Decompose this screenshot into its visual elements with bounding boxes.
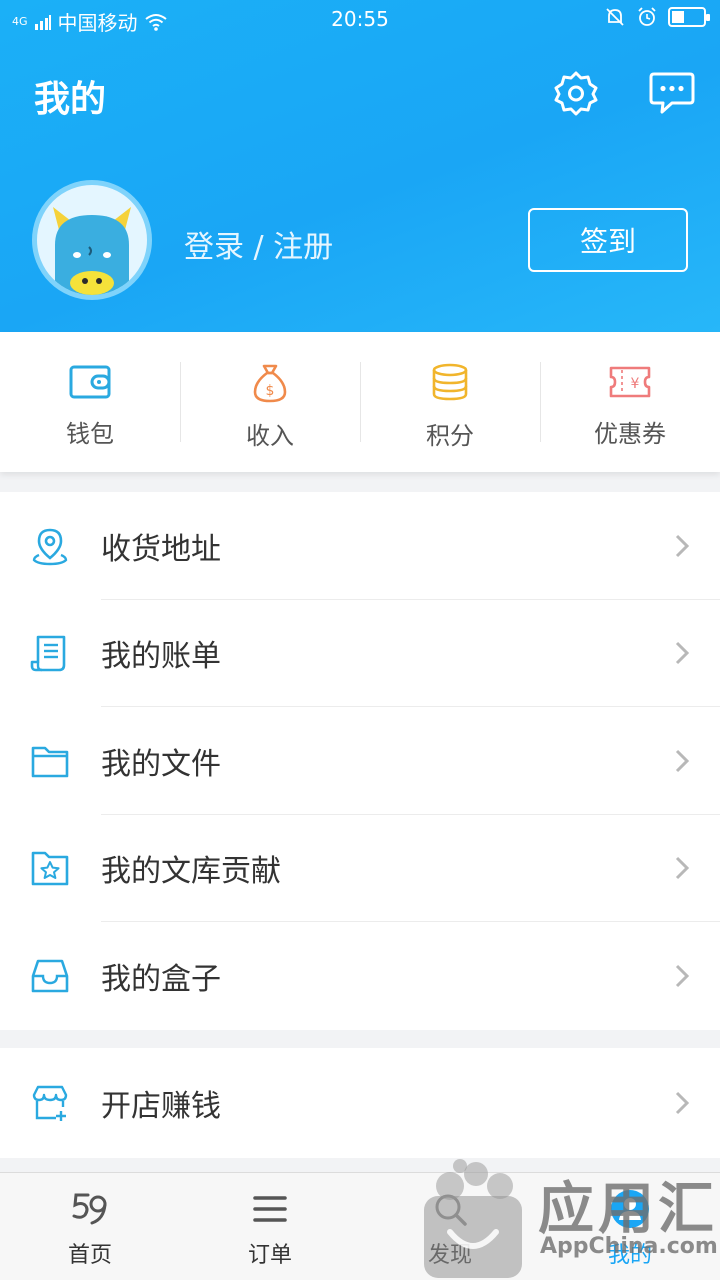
star-folder-icon	[31, 851, 69, 886]
coupon-icon: ¥	[609, 366, 651, 398]
menu-item-files[interactable]: 我的文件	[0, 707, 720, 815]
menu-list: 收货地址 我的账单 我的文件 我的文库贡献 我的盒子	[0, 492, 720, 1030]
location-pin-icon	[32, 528, 68, 565]
quick-actions: 钱包 $ 收入 积分 ¥ 优惠券	[0, 332, 720, 472]
quick-item-coupon[interactable]: ¥ 优惠券	[540, 332, 720, 472]
menu-item-box[interactable]: 我的盒子	[0, 922, 720, 1030]
menu-item-bills[interactable]: 我的账单	[0, 600, 720, 708]
menu-item-open-store[interactable]: 开店赚钱	[0, 1048, 720, 1158]
tab-label-orders: 订单	[247, 1243, 292, 1268]
bill-icon	[30, 635, 66, 672]
inbox-icon	[31, 959, 69, 993]
quick-item-points[interactable]: 积分	[360, 332, 540, 472]
svg-text:¥: ¥	[631, 376, 640, 392]
svg-text:$: $	[266, 383, 275, 399]
discover-icon	[435, 1194, 467, 1226]
menu-label-files: 我的文件	[101, 746, 221, 782]
chevron-right-icon	[675, 964, 690, 987]
coins-icon	[432, 363, 468, 401]
home-59-icon	[72, 1193, 107, 1225]
message-button[interactable]	[647, 68, 697, 118]
wallet-icon	[69, 365, 111, 399]
gear-icon	[554, 71, 598, 116]
settings-button[interactable]	[551, 68, 601, 118]
chat-bubble-icon	[649, 72, 695, 114]
menu-label-box: 我的盒子	[101, 961, 221, 997]
login-register-link[interactable]: 登录 / 注册	[184, 222, 333, 266]
store-icon	[32, 1085, 68, 1121]
status-right	[604, 6, 710, 28]
tab-profile[interactable]: 我的	[540, 1173, 720, 1280]
alarm-icon	[638, 7, 656, 26]
menu-label-bills: 我的账单	[101, 639, 221, 675]
avatar[interactable]	[32, 180, 152, 300]
quick-label-points: 积分	[426, 422, 474, 450]
menu-item-address[interactable]: 收货地址	[0, 492, 720, 600]
chevron-right-icon	[675, 749, 690, 772]
quick-label-income: 收入	[246, 422, 294, 450]
menu-item-library[interactable]: 我的文库贡献	[0, 815, 720, 923]
bottom-tab-bar: 首页 订单 发现 我的	[0, 1172, 720, 1280]
menu-label-address: 收货地址	[101, 531, 221, 567]
page-title: 我的	[34, 79, 107, 120]
monster-avatar-icon	[53, 207, 131, 295]
battery-icon	[668, 7, 710, 27]
tab-label-profile: 我的	[607, 1243, 652, 1268]
menu-list-secondary: 开店赚钱	[0, 1048, 720, 1158]
folder-icon	[31, 746, 69, 778]
chevron-right-icon	[675, 642, 690, 665]
chevron-right-icon	[675, 857, 690, 880]
menu-label-open-store: 开店赚钱	[101, 1089, 221, 1124]
chevron-right-icon	[675, 1091, 690, 1115]
tab-home[interactable]: 首页	[0, 1173, 180, 1280]
menu-label-library: 我的文库贡献	[101, 854, 281, 890]
quick-item-income[interactable]: $ 收入	[180, 332, 360, 472]
mute-bell-icon	[606, 8, 624, 26]
tab-discover[interactable]: 发现	[360, 1173, 540, 1280]
profile-header: 4G 中国移动 20:55 我的 登录 / 注册 签到	[0, 0, 720, 332]
chevron-right-icon	[675, 534, 690, 557]
tab-orders[interactable]: 订单	[180, 1173, 360, 1280]
profile-icon	[611, 1190, 649, 1228]
quick-label-coupon: 优惠券	[594, 420, 666, 448]
list-icon	[253, 1196, 287, 1222]
money-bag-icon: $	[253, 364, 287, 403]
tab-label-home: 首页	[67, 1243, 112, 1268]
signin-button[interactable]: 签到	[528, 208, 688, 272]
tab-label-discover: 发现	[427, 1243, 472, 1268]
quick-label-wallet: 钱包	[66, 420, 114, 448]
quick-item-wallet[interactable]: 钱包	[0, 332, 180, 472]
status-bar: 4G 中国移动 20:55	[0, 0, 720, 40]
